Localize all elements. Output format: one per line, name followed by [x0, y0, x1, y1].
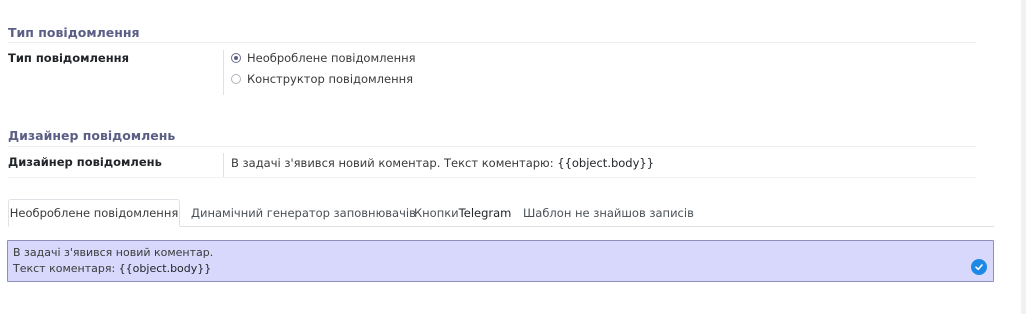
section-divider	[8, 146, 976, 147]
tab-telegram-buttons[interactable]: Кнопки Telegram	[414, 199, 511, 226]
tab-no-records-template[interactable]: Шаблон не знайшов записів	[523, 199, 694, 226]
check-mark-glyph	[975, 264, 983, 271]
radio-label: Конструктор повідомлення	[247, 72, 414, 86]
scrollbar-track[interactable]	[1021, 0, 1026, 314]
tab-dynamic-placeholder-generator[interactable]: Динамічний генератор заповнювачів	[191, 199, 416, 226]
section-divider	[8, 42, 976, 43]
radio-unchecked-icon[interactable]	[231, 74, 241, 84]
radio-checked-icon[interactable]	[231, 53, 241, 63]
editor-line-2-text: Текст коментаря:	[13, 262, 119, 275]
tab-label-prefix: Кнопки	[414, 205, 459, 220]
designer-value-text: В задачі з'явився новий коментар. Текст …	[231, 156, 558, 170]
section-title-message-designer: Дизайнер повідомлень	[8, 128, 176, 143]
designer-value-placeholder: {{object.body}}	[557, 156, 655, 170]
field-label-message-designer: Дизайнер повідомлень	[8, 155, 162, 169]
radio-label: Необроблене повідомлення	[247, 51, 416, 65]
raw-message-editor[interactable]: В задачі з'явився новий коментар. Текст …	[7, 240, 994, 282]
editor-line-1: В задачі з'явився новий коментар.	[13, 246, 214, 259]
radio-option-message-builder[interactable]: Конструктор повідомлення	[231, 72, 413, 86]
check-icon[interactable]	[971, 259, 987, 275]
designer-value: В задачі з'явився новий коментар. Текст …	[231, 156, 654, 170]
tab-label-suffix: Telegram	[458, 205, 512, 220]
editor-line-2-placeholder: {{object.body}}	[118, 262, 212, 275]
tab-raw-message[interactable]: Необроблене повідомлення	[8, 199, 180, 227]
section-title-message-type: Тип повідомлення	[8, 25, 140, 40]
field-separator	[223, 50, 224, 95]
radio-option-raw-message[interactable]: Необроблене повідомлення	[231, 51, 416, 65]
field-label-message-type: Тип повідомлення	[8, 51, 130, 65]
editor-line-2: Текст коментаря: {{object.body}}	[13, 261, 988, 277]
row-divider	[8, 177, 976, 178]
field-separator	[223, 153, 224, 177]
